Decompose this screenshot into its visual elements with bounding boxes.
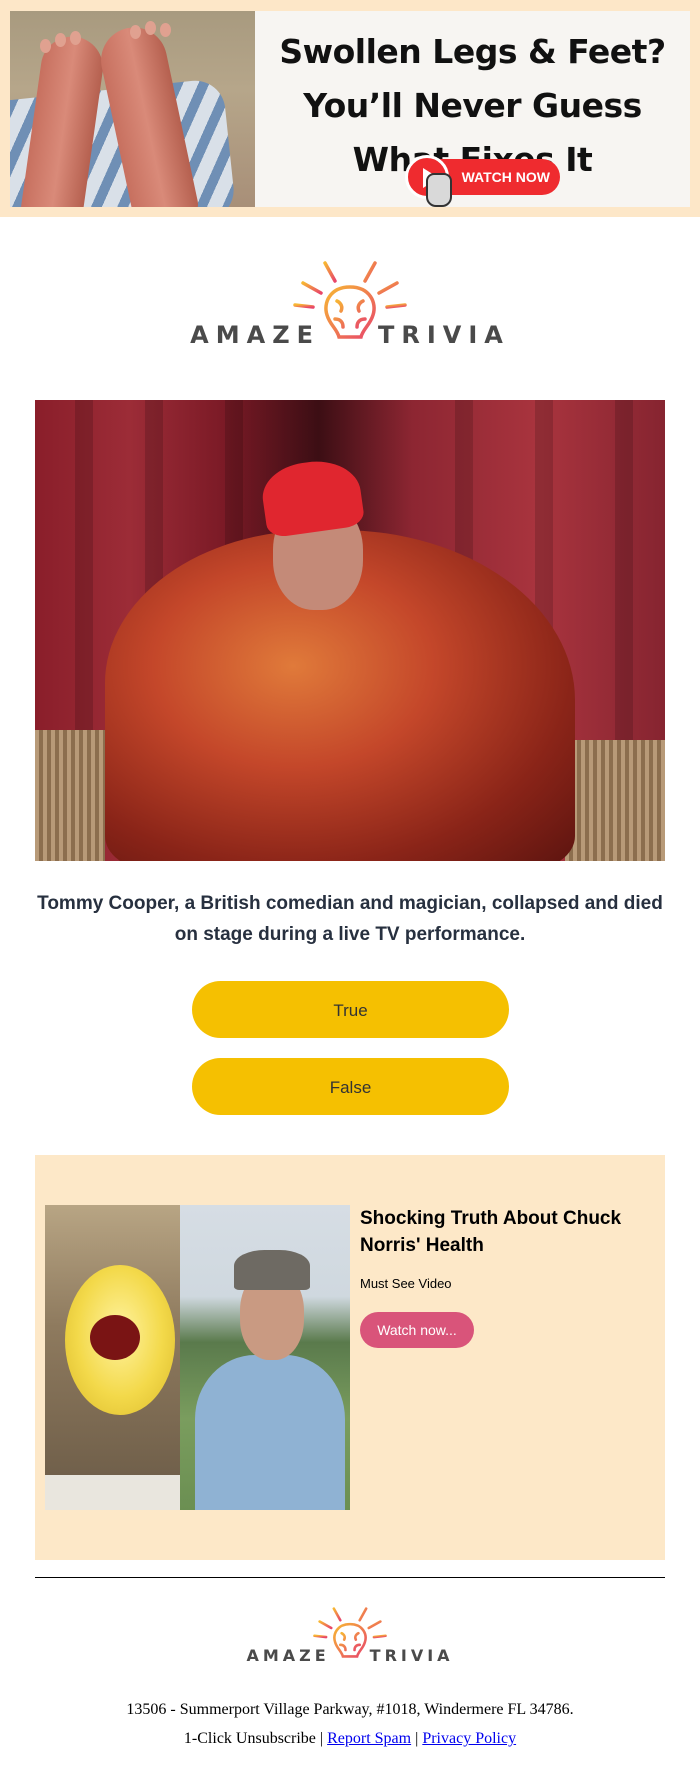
footer-divider	[35, 1577, 665, 1578]
report-spam-link[interactable]: Report Spam	[327, 1730, 411, 1747]
privacy-policy-link[interactable]: Privacy Policy	[422, 1730, 516, 1747]
top-banner-ad[interactable]: Swollen Legs & Feet? You’ll Never Guess …	[0, 0, 700, 217]
footer-separator: |	[415, 1730, 419, 1747]
footer-logo-word-trivia: TRIVIA	[369, 1646, 454, 1665]
footer-logo: AMAZE TRIVIA	[0, 1603, 700, 1667]
watch-now-label: WATCH NOW	[461, 169, 550, 185]
answer-false-button[interactable]: False	[192, 1058, 509, 1115]
watch-now-button[interactable]: WATCH NOW	[405, 155, 560, 207]
logo-word-amaze: AMAZE	[190, 321, 320, 349]
footer-separator: |	[319, 1730, 324, 1747]
top-banner-inner: Swollen Legs & Feet? You’ll Never Guess …	[10, 11, 690, 207]
swollen-feet-image	[10, 11, 255, 207]
logo-word-trivia: TRIVIA	[377, 321, 510, 349]
answer-true-button[interactable]: True	[192, 981, 509, 1038]
lemon-image[interactable]	[45, 1205, 180, 1510]
sponsored-subtitle: Must See Video	[360, 1276, 452, 1291]
trivia-question: Tommy Cooper, a British comedian and mag…	[37, 893, 663, 945]
tommy-cooper-image	[35, 400, 665, 861]
watch-now-cta-button[interactable]: Watch now...	[360, 1312, 474, 1348]
footer-address: 13506 - Summerport Village Parkway, #101…	[126, 1701, 574, 1718]
unsubscribe-link[interactable]: 1-Click Unsubscribe	[184, 1730, 316, 1747]
amaze-trivia-logo: AMAZE TRIVIA	[0, 255, 700, 352]
footer-links: 1-Click Unsubscribe | Report Spam | Priv…	[0, 1730, 700, 1748]
chuck-norris-image[interactable]	[180, 1205, 350, 1510]
hand-cursor-icon	[426, 173, 452, 207]
footer-logo-word-amaze: AMAZE	[246, 1646, 330, 1665]
sponsored-title[interactable]: Shocking Truth About Chuck Norris' Healt…	[360, 1205, 640, 1259]
sponsored-card[interactable]: Shocking Truth About Chuck Norris' Healt…	[35, 1155, 665, 1560]
